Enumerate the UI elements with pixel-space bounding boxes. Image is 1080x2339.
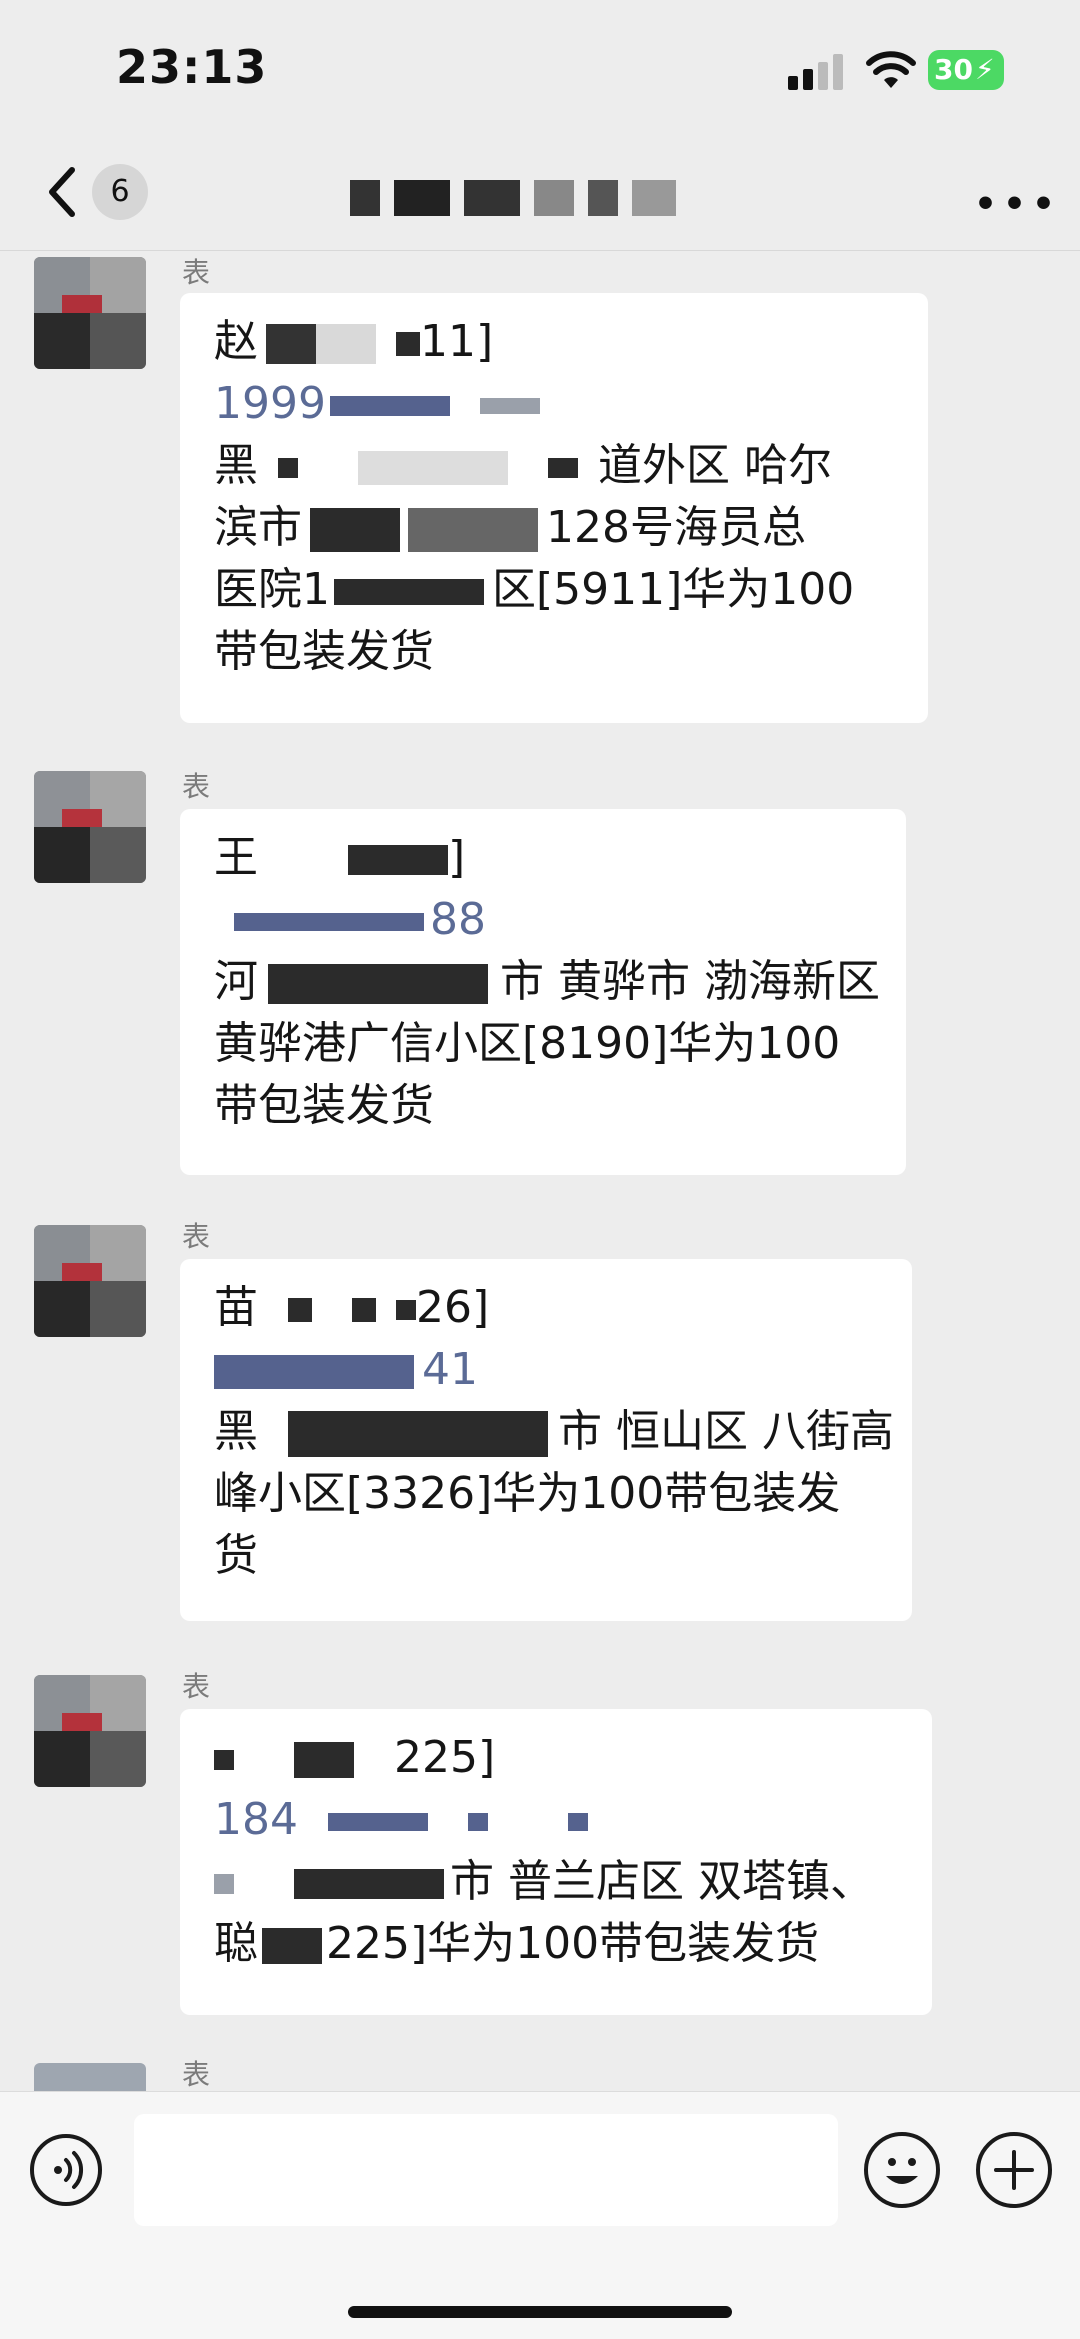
- more-icon[interactable]: •••: [974, 184, 1061, 225]
- redaction-mask: [352, 1298, 376, 1322]
- redaction-mask: [288, 1298, 312, 1322]
- message-line: 黄骅港广信小区[8190]华为100: [214, 1018, 841, 1069]
- emoji-icon[interactable]: [864, 2132, 940, 2208]
- redaction-mask: [266, 324, 316, 364]
- redaction-mask: [262, 1928, 322, 1964]
- redaction-mask: [408, 508, 538, 552]
- message-line: 市 普兰店区 双塔镇、: [214, 1851, 898, 1913]
- redaction-mask: [567, 1813, 588, 1831]
- wifi-icon: [866, 51, 916, 88]
- message-line: 聪 225]华为100带包装发货: [214, 1918, 820, 1969]
- battery-level: 30: [934, 53, 973, 86]
- redaction-mask: [327, 1813, 428, 1831]
- avatar-pixel: [90, 1281, 146, 1337]
- sender-name: 表: [182, 256, 211, 289]
- message-bubble[interactable]: 225] 184 市 普兰店区 双塔镇、 聪 225]华为100带包装发货: [180, 1709, 932, 2015]
- message-line: 河市 黄骅市 渤海新区: [214, 956, 880, 1007]
- charging-icon: ⚡: [974, 53, 995, 86]
- message-line: 225]: [214, 1727, 898, 1789]
- avatar-pixel: [90, 313, 146, 369]
- redaction-mask: [316, 324, 376, 364]
- redaction-mask: [396, 1300, 416, 1320]
- avatar-pixel: [90, 827, 146, 883]
- redaction-mask: [234, 913, 424, 931]
- message-line: 带包装发货: [214, 626, 434, 677]
- message-phone: 1999: [214, 373, 894, 435]
- message-line: 带包装发货: [214, 1080, 434, 1131]
- redaction-mask: [294, 1742, 354, 1778]
- redaction-mask: [396, 332, 420, 356]
- redaction-mask: [329, 396, 450, 416]
- sender-name: 表: [182, 1220, 211, 1253]
- avatar[interactable]: [34, 771, 146, 883]
- sender-name: 表: [182, 2058, 211, 2091]
- redaction-mask: [310, 508, 400, 552]
- battery-indicator: 30⚡: [928, 50, 1004, 90]
- redaction-mask: [479, 398, 540, 414]
- redaction-mask: [467, 1813, 488, 1831]
- signal-icon: [788, 54, 843, 90]
- unread-badge[interactable]: 6: [92, 164, 148, 220]
- avatar[interactable]: [34, 257, 146, 369]
- redaction-mask: [214, 1355, 414, 1389]
- redaction-mask: [214, 1750, 234, 1770]
- home-indicator: [348, 2306, 732, 2318]
- message-line: 医院1 区[5911]华为100: [214, 564, 855, 615]
- message-line: 赵 11]: [214, 316, 494, 367]
- message-phone: 88: [214, 889, 872, 951]
- plus-icon[interactable]: [976, 2132, 1052, 2208]
- redaction-mask: [294, 1869, 444, 1899]
- message-bubble[interactable]: 苗 26] 41 黑市 恒山区 八街高 峰小区[3326]华为100带包装发 货: [180, 1259, 912, 1621]
- back-icon[interactable]: [40, 162, 84, 222]
- message-list[interactable]: 表 赵 11] 1999 黑道外区 哈尔 滨市 128号海员总 医院1 区[5911]…: [0, 251, 1080, 2091]
- chat-header: 6 •••: [0, 140, 1080, 251]
- sender-name: 表: [182, 770, 211, 803]
- chat-title-redacted: [350, 180, 740, 220]
- message-line: 黑市 恒山区 八街高: [214, 1406, 894, 1457]
- avatar-pixel: [34, 313, 90, 369]
- status-bar: 23:13 30⚡: [0, 0, 1080, 140]
- message-line: 王]: [214, 832, 466, 883]
- avatar-pixel: [90, 1731, 146, 1787]
- avatar-pixel: [34, 1731, 90, 1787]
- redaction-mask: [334, 579, 484, 605]
- sender-name: 表: [182, 1670, 211, 1703]
- redaction-mask: [214, 1874, 234, 1894]
- redaction-mask: [348, 845, 448, 875]
- redaction-mask: [358, 451, 508, 485]
- message-bubble[interactable]: 赵 11] 1999 黑道外区 哈尔 滨市 128号海员总 医院1 区[5911]华为…: [180, 293, 928, 723]
- redaction-mask: [268, 964, 488, 1004]
- message-phone: 184: [214, 1789, 898, 1851]
- message-line: 货: [214, 1530, 258, 1581]
- message-bubble[interactable]: 王] 88 河市 黄骅市 渤海新区 黄骅港广信小区[8190]华为100 带包装…: [180, 809, 906, 1175]
- redaction-mask: [288, 1411, 548, 1457]
- message-line: 黑道外区 哈尔: [214, 440, 832, 491]
- redaction-mask: [548, 458, 578, 478]
- message-phone: 41: [214, 1339, 878, 1401]
- avatar[interactable]: [34, 2063, 146, 2091]
- avatar-pixel: [34, 1281, 90, 1337]
- message-line: 苗 26]: [214, 1282, 490, 1333]
- avatar[interactable]: [34, 1675, 146, 1787]
- status-time: 23:13: [116, 40, 268, 94]
- input-bar: [0, 2091, 1080, 2339]
- avatar[interactable]: [34, 1225, 146, 1337]
- message-line: 滨市 128号海员总: [214, 502, 806, 553]
- message-line: 峰小区[3326]华为100带包装发: [214, 1468, 841, 1519]
- redaction-mask: [278, 458, 298, 478]
- message-input[interactable]: [134, 2114, 838, 2226]
- voice-icon[interactable]: [30, 2134, 102, 2206]
- avatar-pixel: [34, 827, 90, 883]
